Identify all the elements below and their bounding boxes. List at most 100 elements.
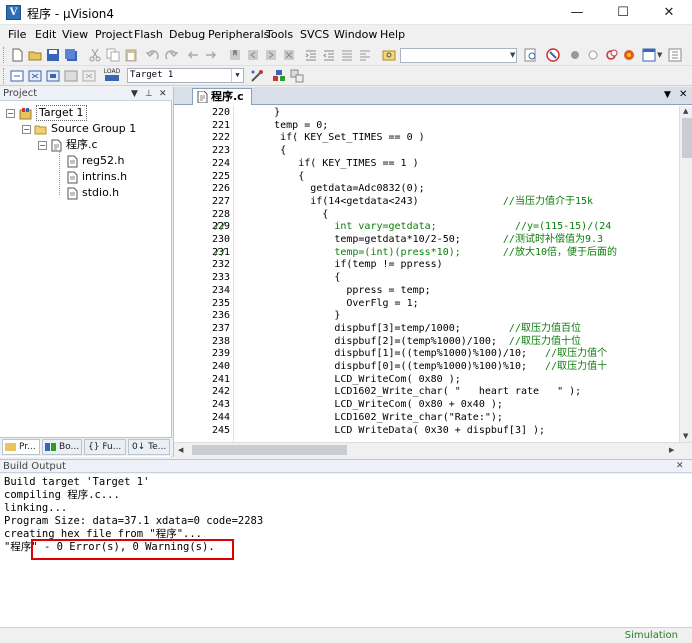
toolbar-grip[interactable]: [3, 68, 6, 84]
code-line[interactable]: 239 dispbuf[1]=((temp%1000)%100)/10; //取…: [174, 348, 679, 361]
code-line[interactable]: 244 LCD1602_Write_char("Rate:");: [174, 412, 679, 425]
stop-build-icon[interactable]: [82, 69, 96, 83]
manage-components-icon[interactable]: [272, 69, 286, 83]
tab-books[interactable]: Bo...: [42, 439, 82, 455]
code-line[interactable]: 230 temp=getdata*10/2-50; //测试时补偿值为9.3: [174, 234, 679, 247]
build-icon[interactable]: [28, 69, 42, 83]
copy-icon[interactable]: [106, 48, 120, 62]
kill-breakpoints-icon[interactable]: [622, 48, 636, 62]
code-line[interactable]: 228 {: [174, 209, 679, 222]
close-button[interactable]: ✕: [646, 0, 692, 25]
rebuild-icon[interactable]: [46, 69, 60, 83]
collapse-icon[interactable]: −: [22, 125, 31, 134]
collapse-icon[interactable]: −: [38, 141, 47, 150]
code-line[interactable]: 224 if( KEY_TIMES == 1 ): [174, 158, 679, 171]
enable-breakpoint-icon[interactable]: [586, 48, 600, 62]
menu-project[interactable]: Project: [95, 28, 133, 41]
code-line[interactable]: 221 temp = 0;: [174, 120, 679, 133]
bookmark-next-icon[interactable]: [264, 48, 278, 62]
open-folder-icon[interactable]: [28, 48, 42, 62]
code-line[interactable]: 220 }: [174, 107, 679, 120]
pin-icon[interactable]: ⊥: [145, 87, 153, 101]
scroll-down-icon[interactable]: ▼: [683, 432, 688, 440]
maximize-button[interactable]: ☐: [600, 0, 646, 25]
menu-tools[interactable]: Tools: [266, 28, 293, 41]
comment-icon[interactable]: [340, 48, 354, 62]
menu-peripherals[interactable]: Peripherals: [208, 28, 269, 41]
menu-debug[interactable]: Debug: [169, 28, 205, 41]
bookmark-clear-icon[interactable]: [282, 48, 296, 62]
minimize-button[interactable]: —: [554, 0, 600, 25]
code-line[interactable]: 222 if( KEY_Set_TIMES == 0 ): [174, 132, 679, 145]
code-line[interactable]: 223 {: [174, 145, 679, 158]
undo-icon[interactable]: [146, 48, 160, 62]
find-in-files-icon[interactable]: [382, 48, 396, 62]
code-line[interactable]: 235 OverFlg = 1;: [174, 298, 679, 311]
menu-file[interactable]: File: [8, 28, 26, 41]
code-line[interactable]: 245 LCD WriteData( 0x30 + dispbuf[3] );: [174, 425, 679, 438]
code-line[interactable]: 225 {: [174, 171, 679, 184]
tree-group-row[interactable]: − Source Group 1: [0, 121, 172, 137]
code-line[interactable]: 241 LCD_WriteCom( 0x80 );: [174, 374, 679, 387]
new-file-icon[interactable]: [10, 48, 24, 62]
menu-svcs[interactable]: SVCS: [300, 28, 329, 41]
tab-source-file[interactable]: 程序.c: [192, 88, 252, 105]
code-line[interactable]: 227 if(14<getdata<243) //当压力值介于15k: [174, 196, 679, 209]
tree-header-row[interactable]: stdio.h: [0, 185, 172, 201]
tab-templates[interactable]: 0↓ Te...: [128, 439, 170, 455]
code-line[interactable]: 238 dispbuf[2]=(temp%1000)/100; //取压力值十位: [174, 336, 679, 349]
menu-help[interactable]: Help: [380, 28, 405, 41]
scrollbar-thumb[interactable]: [192, 445, 347, 455]
indent-icon[interactable]: [304, 48, 318, 62]
tab-list-dropdown-icon[interactable]: ▼: [664, 90, 671, 100]
target-select[interactable]: Target 1 ▼: [127, 68, 244, 83]
save-icon[interactable]: [46, 48, 60, 62]
scroll-left-icon[interactable]: ◀: [178, 446, 183, 454]
code-line[interactable]: 243 LCD_WriteCom( 0x80 + 0x40 );: [174, 399, 679, 412]
vertical-scrollbar[interactable]: ▲ ▼: [679, 106, 692, 442]
disable-breakpoints-icon[interactable]: [604, 48, 618, 62]
tab-functions[interactable]: {} Fu...: [84, 439, 126, 455]
scrollbar-thumb[interactable]: [682, 118, 692, 158]
collapse-icon[interactable]: −: [6, 109, 15, 118]
scroll-up-icon[interactable]: ▲: [683, 107, 688, 115]
navigate-forward-icon[interactable]: [204, 48, 218, 62]
menu-view[interactable]: View: [62, 28, 88, 41]
code-line[interactable]: 226 getdata=Adc0832(0);: [174, 183, 679, 196]
code-line[interactable]: 236 }: [174, 310, 679, 323]
code-line[interactable]: 232 if(temp != ppress): [174, 259, 679, 272]
bookmark-prev-icon[interactable]: [246, 48, 260, 62]
unindent-icon[interactable]: [322, 48, 336, 62]
code-line[interactable]: 237 dispbuf[3]=temp/1000; //取压力值百位: [174, 323, 679, 336]
menu-flash[interactable]: Flash: [134, 28, 163, 41]
tree-header-row[interactable]: reg52.h: [0, 153, 172, 169]
translate-icon[interactable]: [10, 69, 24, 83]
code-line[interactable]: 234 ppress = temp;: [174, 285, 679, 298]
code-line[interactable]: 231// temp=(int)(press*10); //放大10倍，便于后面…: [174, 247, 679, 260]
paste-icon[interactable]: [124, 48, 138, 62]
tree-file-row[interactable]: − 程序.c: [0, 137, 172, 153]
uncomment-icon[interactable]: [358, 48, 372, 62]
batch-build-icon[interactable]: [64, 69, 78, 83]
toolbar-grip[interactable]: [3, 47, 6, 63]
cut-icon[interactable]: [88, 48, 102, 62]
target-options-icon[interactable]: [250, 69, 264, 83]
redo-icon[interactable]: [164, 48, 178, 62]
panel-close-icon[interactable]: ✕: [159, 87, 167, 101]
navigate-back-icon[interactable]: [186, 48, 200, 62]
debug-session-icon[interactable]: [546, 48, 560, 62]
bookmark-toggle-icon[interactable]: [228, 48, 242, 62]
menu-window[interactable]: Window: [334, 28, 377, 41]
find-combo-dropdown-icon[interactable]: ▼: [510, 51, 515, 59]
tools-icon[interactable]: [668, 48, 682, 62]
horizontal-scrollbar[interactable]: ◀ ▶: [174, 442, 692, 457]
code-line[interactable]: 242 LCD1602_Write_char( " heart rate " )…: [174, 386, 679, 399]
code-editor[interactable]: 220 } 221 temp = 0; 222 if( KEY_Set_TIMES …: [174, 106, 679, 442]
find-combo[interactable]: [400, 48, 517, 63]
tree-header-row[interactable]: intrins.h: [0, 169, 172, 185]
close-tab-icon[interactable]: ✕: [679, 89, 687, 100]
menu-edit[interactable]: Edit: [35, 28, 56, 41]
insert-breakpoint-icon[interactable]: [568, 48, 582, 62]
tab-project[interactable]: Pr...: [2, 439, 40, 455]
select-packs-icon[interactable]: [290, 69, 304, 83]
